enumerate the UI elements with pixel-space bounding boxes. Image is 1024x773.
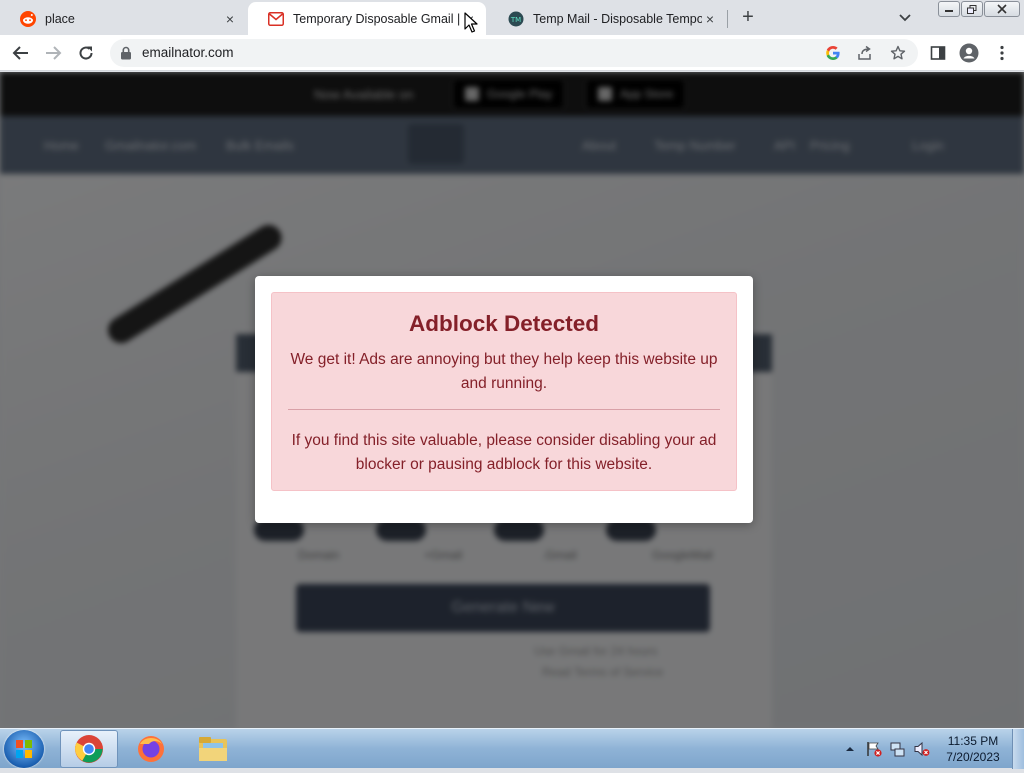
tab-strip: place × Temporary Disposable Gmail | Te …	[0, 0, 1024, 35]
network-icon[interactable]	[890, 741, 906, 757]
lock-icon	[121, 46, 131, 60]
firefox-icon	[138, 736, 164, 762]
clock-time: 11:35 PM	[947, 734, 999, 748]
restore-icon[interactable]	[961, 1, 983, 17]
adblock-alert: Adblock Detected We get it! Ads are anno…	[271, 292, 737, 491]
tab-title: Temporary Disposable Gmail | Te	[293, 11, 462, 26]
clock-date: 7/20/2023	[946, 750, 1000, 764]
action-center-flag-icon[interactable]	[866, 741, 882, 757]
web-page: Now Available on Google Play App Store H…	[0, 72, 1024, 728]
google-lens-icon[interactable]	[824, 44, 842, 62]
chrome-icon	[75, 735, 103, 763]
svg-text:TM: TM	[510, 16, 521, 24]
tab-emailnator[interactable]: Temporary Disposable Gmail | Te ×	[248, 2, 486, 35]
divider	[288, 409, 720, 410]
forward-button[interactable]	[41, 41, 65, 65]
profile-avatar-icon[interactable]	[958, 42, 980, 64]
tab-separator	[727, 10, 728, 28]
window-controls	[938, 1, 1020, 17]
adblock-modal: Adblock Detected We get it! Ads are anno…	[255, 276, 753, 523]
taskbar-explorer[interactable]	[184, 730, 242, 768]
tab-search-icon[interactable]	[896, 8, 914, 26]
side-panel-icon[interactable]	[927, 42, 949, 64]
tab-title: place	[45, 11, 75, 26]
tab-title: Temp Mail - Disposable Tempora	[533, 11, 702, 26]
mouse-cursor-icon	[464, 12, 478, 33]
reddit-icon	[20, 10, 36, 27]
modal-request: If you find this site valuable, please c…	[291, 432, 717, 473]
windows-taskbar: 11:35 PM 7/20/2023	[0, 728, 1024, 769]
gmail-icon	[268, 11, 284, 27]
modal-title: Adblock Detected	[408, 311, 600, 336]
close-tab-icon[interactable]: ×	[222, 11, 238, 27]
file-explorer-icon	[199, 737, 227, 761]
show-hidden-icons[interactable]	[842, 741, 858, 757]
close-window-icon[interactable]	[984, 1, 1020, 17]
arrow-left-icon	[12, 46, 28, 60]
modal-message: We get it! Ads are annoying but they hel…	[290, 351, 718, 392]
more-menu-icon[interactable]	[991, 42, 1013, 64]
browser-toolbar: emailnator.com	[0, 35, 1024, 71]
close-tab-icon[interactable]: ×	[702, 11, 718, 27]
reload-icon	[79, 46, 93, 60]
taskbar-chrome[interactable]	[60, 730, 118, 768]
tempmail-icon: TM	[508, 11, 524, 27]
arrow-right-icon	[46, 46, 62, 60]
show-desktop-button[interactable]	[1012, 729, 1024, 769]
tab-reddit[interactable]: place ×	[0, 2, 246, 35]
address-bar[interactable]: emailnator.com	[110, 39, 918, 67]
back-button[interactable]	[9, 41, 33, 65]
new-tab-button[interactable]: +	[738, 7, 758, 27]
volume-muted-icon[interactable]	[914, 741, 930, 757]
windows-logo-icon	[16, 740, 32, 758]
taskbar-firefox[interactable]	[122, 730, 180, 768]
minimize-icon[interactable]	[938, 1, 960, 17]
system-clock[interactable]: 11:35 PM 7/20/2023	[940, 733, 1006, 765]
tab-temp-mail[interactable]: TM Temp Mail - Disposable Tempora ×	[488, 2, 726, 35]
share-icon[interactable]	[856, 44, 874, 62]
start-button[interactable]	[4, 730, 44, 768]
bookmark-star-icon[interactable]	[889, 44, 907, 62]
url-text[interactable]: emailnator.com	[142, 45, 234, 60]
reload-button[interactable]	[74, 41, 98, 65]
